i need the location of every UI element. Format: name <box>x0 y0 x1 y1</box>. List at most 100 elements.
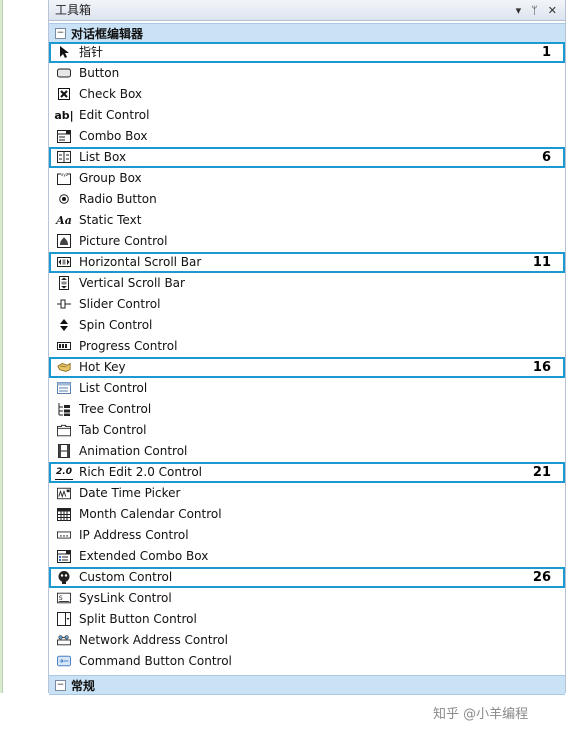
item-label: Date Time Picker <box>79 486 181 500</box>
toolbox-item[interactable]: IP Address Control <box>49 525 565 546</box>
network-address-icon <box>57 633 71 647</box>
slider-icon <box>57 297 71 311</box>
spin-icon <box>57 318 71 332</box>
item-label: Month Calendar Control <box>79 507 222 521</box>
toolbox-item[interactable]: ab| Edit Control <box>49 105 565 126</box>
pin-icon[interactable]: ᛘ <box>531 0 538 21</box>
toolbox-item[interactable]: Custom Control 26 <box>49 567 565 588</box>
static-text-icon: Aa <box>56 213 72 227</box>
item-label: Tab Control <box>79 423 147 437</box>
toolbox-item[interactable]: Check Box <box>49 84 565 105</box>
toolbox-item[interactable]: Animation Control <box>49 441 565 462</box>
calendar-icon <box>57 507 71 521</box>
item-number: 6 <box>541 150 551 165</box>
item-number: 1 <box>541 45 551 60</box>
item-label: IP Address Control <box>79 528 189 542</box>
item-number: 21 <box>532 465 551 480</box>
date-time-icon <box>57 486 71 500</box>
toolbox-item[interactable]: Extended Combo Box <box>49 546 565 567</box>
ext-combo-icon <box>57 549 71 563</box>
collapse-icon[interactable]: − <box>55 680 66 691</box>
toolbox-item[interactable]: S SysLink Control <box>49 588 565 609</box>
toolbox-item[interactable]: Button <box>49 63 565 84</box>
collapse-icon[interactable]: − <box>55 28 66 39</box>
custom-control-icon <box>57 570 71 584</box>
item-label: Vertical Scroll Bar <box>79 276 185 290</box>
toolbox-item[interactable]: Split Button Control <box>49 609 565 630</box>
item-number: 16 <box>532 360 551 375</box>
svg-text:xyz: xyz <box>61 172 68 177</box>
toolbox-item[interactable]: Picture Control <box>49 231 565 252</box>
toolbox-item[interactable]: Spin Control <box>49 315 565 336</box>
command-button-icon <box>57 654 71 668</box>
split-button-icon <box>57 612 71 626</box>
item-label: Button <box>79 66 120 80</box>
item-number: 11 <box>532 255 551 270</box>
combo-box-icon <box>57 129 71 143</box>
animation-icon <box>57 444 71 458</box>
item-label: Custom Control <box>79 570 173 584</box>
toolbox-item[interactable]: List Control <box>49 378 565 399</box>
toolbox-item[interactable]: Horizontal Scroll Bar 11 <box>49 252 565 273</box>
vscroll-icon <box>57 276 71 290</box>
item-label: Spin Control <box>79 318 153 332</box>
close-icon[interactable]: ✕ <box>548 0 557 21</box>
item-label: Animation Control <box>79 444 188 458</box>
dropdown-icon[interactable]: ▾ <box>516 0 522 21</box>
toolbox-item[interactable]: Slider Control <box>49 294 565 315</box>
check-box-icon <box>57 87 71 101</box>
item-label: Radio Button <box>79 192 157 206</box>
item-label: SysLink Control <box>79 591 172 605</box>
toolbox-item[interactable]: Vertical Scroll Bar <box>49 273 565 294</box>
item-label: Static Text <box>79 213 142 227</box>
toolbox-item[interactable]: Tree Control <box>49 399 565 420</box>
toolbox-item[interactable]: Aa Static Text <box>49 210 565 231</box>
item-label: Slider Control <box>79 297 161 311</box>
list-control-icon <box>57 381 71 395</box>
item-label: Group Box <box>79 171 142 185</box>
toolbox-item[interactable]: Date Time Picker <box>49 483 565 504</box>
group-header-dialog-editor[interactable]: − 对话框编辑器 <box>49 23 565 43</box>
toolbox-item[interactable]: Tab Control <box>49 420 565 441</box>
toolbox-item[interactable]: Progress Control <box>49 336 565 357</box>
syslink-icon: S <box>57 591 71 605</box>
toolbox-titlebar: 工具箱 ▾ ᛘ ✕ <box>49 0 565 21</box>
item-label: 指针 <box>79 45 104 59</box>
tree-control-icon <box>57 402 71 416</box>
hot-key-icon <box>57 360 71 374</box>
toolbox-item[interactable]: Command Button Control <box>49 651 565 672</box>
item-label: Network Address Control <box>79 633 228 647</box>
list-box-icon <box>57 150 71 164</box>
toolbox-item[interactable]: Radio Button <box>49 189 565 210</box>
toolbox-item-list: 指针 1 Button Check Box ab| Edit Control C… <box>49 42 565 672</box>
toolbox-title: 工具箱 <box>55 3 92 17</box>
item-label: Extended Combo Box <box>79 549 209 563</box>
item-label: List Control <box>79 381 148 395</box>
item-label: Combo Box <box>79 129 148 143</box>
item-label: Hot Key <box>79 360 126 374</box>
progress-icon <box>57 339 71 353</box>
radio-button-icon <box>57 192 71 206</box>
toolbox-item[interactable]: Network Address Control <box>49 630 565 651</box>
ip-address-icon <box>57 528 71 542</box>
tab-control-icon <box>57 423 71 437</box>
pointer-icon <box>57 45 71 59</box>
group-box-icon: xyz <box>57 171 71 185</box>
left-edge-strip <box>0 0 3 693</box>
item-label: Edit Control <box>79 108 150 122</box>
toolbox-item[interactable]: 2.0 Rich Edit 2.0 Control 21 <box>49 462 565 483</box>
item-label: Split Button Control <box>79 612 197 626</box>
item-label: Tree Control <box>79 402 152 416</box>
toolbox-item[interactable]: 指针 1 <box>49 42 565 63</box>
group-header-general[interactable]: − 常规 <box>49 675 565 695</box>
svg-text:S: S <box>59 595 63 602</box>
toolbox-item[interactable]: List Box 6 <box>49 147 565 168</box>
toolbox-item[interactable]: Month Calendar Control <box>49 504 565 525</box>
toolbox-item[interactable]: Combo Box <box>49 126 565 147</box>
item-label: Command Button Control <box>79 654 232 668</box>
edit-control-icon: ab| <box>54 108 74 122</box>
item-label: List Box <box>79 150 127 164</box>
item-label: Rich Edit 2.0 Control <box>79 465 203 479</box>
toolbox-item[interactable]: Hot Key 16 <box>49 357 565 378</box>
toolbox-item[interactable]: xyz Group Box <box>49 168 565 189</box>
